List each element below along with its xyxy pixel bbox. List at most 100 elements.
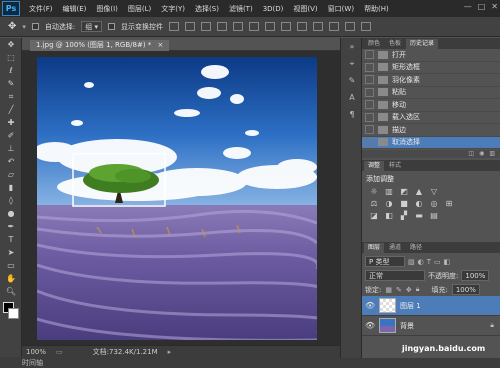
history-brush-tool-icon[interactable]: ↶ [3,156,19,168]
tab-paths[interactable]: 路径 [406,243,426,253]
blend-mode-dropdown[interactable]: 正常 [365,270,425,281]
history-row-selected[interactable]: 取消选择 [362,136,500,149]
status-arrow-icon[interactable]: ▸ [168,348,172,356]
distribute-right-icon[interactable] [345,22,356,31]
hue-saturation-icon[interactable]: ⊞ [443,199,455,209]
clone-stamp-tool-icon[interactable]: ⊥ [3,143,19,155]
foreground-background-colors[interactable] [2,302,19,322]
selective-color-icon[interactable]: ▤ [428,211,440,221]
history-row[interactable]: 粘贴 [362,87,500,99]
hand-tool-icon[interactable]: ✋ [3,273,19,285]
auto-select-checkbox[interactable] [31,23,39,30]
history-source-box[interactable] [365,87,374,97]
history-row[interactable]: 载入选区 [362,112,500,124]
history-source-box[interactable] [365,100,374,110]
menu-filter[interactable]: 滤镜(T) [224,4,258,14]
brush-presets-icon[interactable]: ✎ [345,74,359,87]
threshold-icon[interactable]: ▞ [398,211,410,221]
tab-adjustments[interactable]: 调整 [364,161,385,171]
menu-3d[interactable]: 3D(D) [258,5,289,13]
background-color-swatch[interactable] [8,308,19,319]
tool-presets-icon[interactable]: ⌖ [345,57,359,70]
move-tool-icon[interactable]: ✥ [8,21,16,32]
marquee-tool-icon[interactable]: ⬚ [3,52,19,64]
close-button[interactable]: ✕ [491,2,498,11]
tab-history[interactable]: 历史记录 [406,39,439,49]
color-lookup-icon[interactable]: ◎ [428,199,440,209]
filter-adjust-icon[interactable]: ◐ [418,258,424,266]
menu-window[interactable]: 窗口(W) [323,4,359,14]
history-source-box[interactable] [365,112,374,122]
brush-tool-icon[interactable]: ✐ [3,130,19,142]
black-white-icon[interactable]: ◑ [383,199,395,209]
history-row[interactable]: 羽化像素 [362,74,500,87]
align-bottom-icon[interactable] [201,22,212,31]
type-tool-icon[interactable]: T [3,234,19,246]
panel-toggle-icon[interactable]: » [345,40,359,53]
align-hcenter-icon[interactable] [233,22,244,31]
lock-position-icon[interactable]: ✥ [406,286,412,294]
maximize-button[interactable]: □ [478,2,486,11]
distribute-left-icon[interactable] [313,22,324,31]
eye-icon[interactable]: 👁︎ [365,301,375,310]
layer-name[interactable]: 背景 [400,321,414,331]
opacity-input[interactable]: 100% [461,270,490,281]
tab-swatches[interactable]: 色板 [385,39,405,49]
curves-icon[interactable]: ◩ [398,187,410,197]
history-source-box[interactable] [365,137,374,147]
tab-styles[interactable]: 样式 [385,161,405,171]
eye-icon[interactable]: 👁︎ [365,321,375,330]
align-left-icon[interactable] [217,22,228,31]
filter-type-icon[interactable]: T [427,258,431,266]
minimize-button[interactable]: — [464,2,472,11]
layer-row[interactable]: 👁︎ 图层 1 [362,296,500,316]
eraser-tool-icon[interactable]: ▱ [3,169,19,181]
layer-filter-dropdown[interactable]: P 类型 [365,256,405,267]
show-transform-checkbox[interactable] [108,23,116,30]
blur-tool-icon[interactable]: ◊ [3,195,19,207]
pen-tool-icon[interactable]: ✒ [3,221,19,233]
document-tab[interactable]: 1.jpg @ 100% (图层 1, RGB/8#) * × [30,40,170,51]
camera-icon[interactable]: ◉ [479,150,484,158]
menu-view[interactable]: 视图(V) [288,4,322,14]
fill-input[interactable]: 100% [451,284,480,295]
timeline-label[interactable]: 时间轴 [22,358,43,368]
exposure-icon[interactable]: ▲ [413,187,425,197]
gradient-map-icon[interactable]: ▬ [413,211,425,221]
tab-layers[interactable]: 图层 [364,243,385,253]
distribute-bottom-icon[interactable] [297,22,308,31]
eyedropper-tool-icon[interactable]: ╱ [3,104,19,116]
dodge-tool-icon[interactable]: ● [3,208,19,220]
tab-channels[interactable]: 通道 [385,243,405,253]
history-row[interactable]: 矩形选框 [362,62,500,74]
gradient-tool-icon[interactable]: ▮ [3,182,19,194]
history-row[interactable]: 打开 [362,49,500,62]
character-icon[interactable]: A [345,91,359,104]
crop-tool-icon[interactable]: ⌗ [3,91,19,103]
filter-shape-icon[interactable]: ▭ [434,258,441,266]
move-tool-icon[interactable]: ✥ [3,39,19,51]
levels-icon[interactable]: ▥ [383,187,395,197]
history-row[interactable]: 移动 [362,99,500,112]
paragraph-icon[interactable]: ¶ [345,108,359,121]
invert-icon[interactable]: ◪ [368,211,380,221]
auto-align-icon[interactable] [361,22,372,31]
posterize-icon[interactable]: ◧ [383,211,395,221]
align-vcenter-icon[interactable] [185,22,196,31]
zoom-tool-icon[interactable]: 🔍︎ [3,286,19,298]
history-source-box[interactable] [365,62,374,72]
layer-row[interactable]: 👁︎ 背景 🔒︎ [362,316,500,336]
align-top-icon[interactable] [169,22,180,31]
color-balance-icon[interactable]: ⚖ [368,199,380,209]
photo-filter-icon[interactable]: ■ [398,199,410,209]
align-right-icon[interactable] [249,22,260,31]
channel-mixer-icon[interactable]: ◐ [413,199,425,209]
shape-tool-icon[interactable]: ▭ [3,260,19,272]
distribute-hcenter-icon[interactable] [329,22,340,31]
layer-name[interactable]: 图层 1 [400,301,421,311]
menu-type[interactable]: 文字(Y) [156,4,190,14]
filter-smart-icon[interactable]: ◧ [444,258,451,266]
path-select-tool-icon[interactable]: ➤ [3,247,19,259]
menu-image[interactable]: 图像(I) [91,4,123,14]
lock-transparent-icon[interactable]: ▦ [385,286,392,294]
